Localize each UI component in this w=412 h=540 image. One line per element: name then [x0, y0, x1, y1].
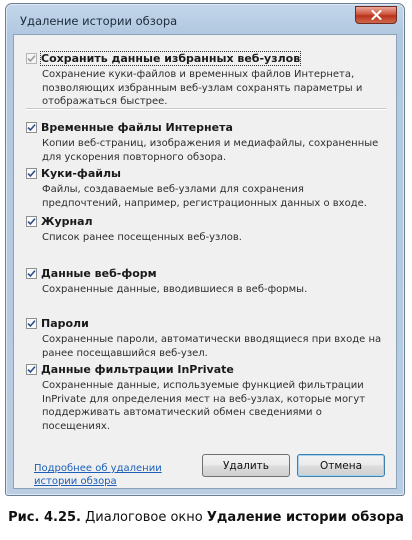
close-icon	[371, 10, 381, 20]
figure-number: Рис. 4.25.	[8, 510, 81, 525]
checkmark-icon	[27, 123, 36, 131]
window-title: Удаление истории обзора	[20, 14, 178, 28]
separator	[26, 108, 386, 110]
inprivate-filtering-label[interactable]: Данные фильтрации InPrivate	[41, 363, 234, 376]
form-data-description: Сохраненные данные, вводившиеся в веб-фо…	[42, 284, 308, 295]
cookies-checkbox[interactable]	[26, 167, 37, 179]
cookies-label[interactable]: Куки-файлы	[41, 167, 121, 180]
history-description: Список ранее посещенных веб-узлов.	[42, 232, 242, 243]
inprivate-filtering-description: Сохраненные данные, используемые функцие…	[42, 380, 366, 432]
caption-text: Диалоговое окно	[80, 510, 207, 525]
option-passwords: Пароли Сохраненные пароли, автоматически…	[26, 316, 386, 360]
title-bar[interactable]: Удаление истории обзора	[6, 4, 404, 34]
inprivate-filtering-checkbox[interactable]	[26, 363, 37, 375]
option-cookies: Куки-файлы Файлы, создаваемые веб-узлами…	[26, 166, 386, 210]
preserve-favorites-description: Сохранение куки-файлов и временных файло…	[42, 69, 363, 107]
cancel-button[interactable]: Отмена	[297, 454, 385, 477]
passwords-label[interactable]: Пароли	[41, 317, 89, 330]
history-label[interactable]: Журнал	[41, 215, 93, 228]
checkmark-icon	[27, 217, 36, 225]
option-history: Журнал Список ранее посещенных веб-узлов…	[26, 214, 386, 245]
checkmark-icon	[27, 54, 36, 62]
figure-caption: Рис. 4.25. Диалоговое окно Удаление исто…	[0, 510, 412, 525]
temporary-files-description: Копии веб-страниц, изображения и медиафа…	[42, 138, 379, 163]
passwords-checkbox[interactable]	[26, 317, 37, 329]
passwords-description: Сохраненные пароли, автоматически вводящ…	[42, 334, 382, 359]
checkmark-icon	[27, 319, 36, 327]
option-form-data: Данные веб-форм Сохраненные данные, ввод…	[26, 266, 386, 297]
help-link[interactable]: Подробнее об удалении истории обзора	[34, 462, 174, 488]
checkmark-icon	[27, 269, 36, 277]
temporary-files-checkbox[interactable]	[26, 121, 37, 133]
preserve-favorites-label[interactable]: Сохранить данные избранных веб-узлов	[39, 50, 302, 66]
form-data-checkbox[interactable]	[26, 267, 37, 279]
preserve-favorites-checkbox[interactable]	[26, 52, 37, 64]
dialog-content: Сохранить данные избранных веб-узлов Сох…	[13, 34, 397, 489]
form-data-label[interactable]: Данные веб-форм	[41, 267, 157, 280]
option-inprivate-filtering: Данные фильтрации InPrivate Сохраненные …	[26, 362, 386, 433]
temporary-files-label[interactable]: Временные файлы Интернета	[41, 121, 233, 134]
checkmark-icon	[27, 169, 36, 177]
option-preserve-favorites: Сохранить данные избранных веб-узлов Сох…	[26, 50, 386, 109]
option-temporary-files: Временные файлы Интернета Копии веб-стра…	[26, 120, 386, 164]
cookies-description: Файлы, создаваемые веб-узлами для сохран…	[42, 184, 367, 209]
caption-dialog-name: Удаление истории обзора	[206, 510, 404, 525]
history-checkbox[interactable]	[26, 215, 37, 227]
dialog-window: Удаление истории обзора Сохранить данные…	[5, 3, 405, 496]
checkmark-icon	[27, 365, 36, 373]
delete-button[interactable]: Удалить	[202, 454, 290, 477]
close-button[interactable]	[355, 6, 397, 24]
